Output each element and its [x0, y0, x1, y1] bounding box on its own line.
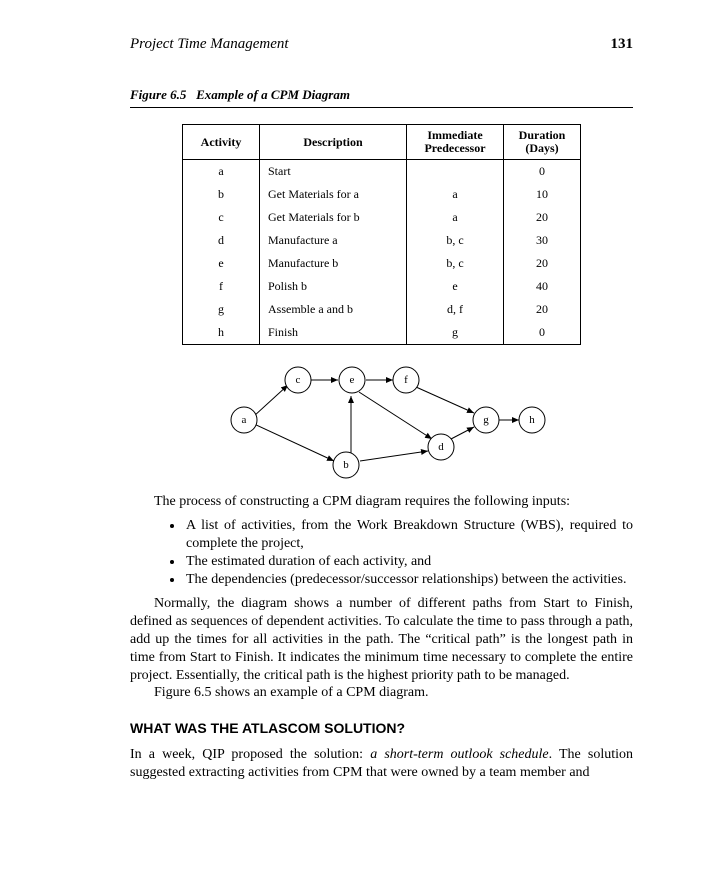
- col-activity: Activity: [183, 125, 260, 160]
- table-row: bGet Materials for aa10: [183, 183, 581, 206]
- cell-description: Get Materials for a: [260, 183, 407, 206]
- section-heading: WHAT WAS THE ATLASCOM SOLUTION?: [130, 720, 633, 738]
- col-predecessor: ImmediatePredecessor: [407, 125, 504, 160]
- cell-activity: a: [183, 160, 260, 184]
- cell-description: Manufacture a: [260, 229, 407, 252]
- cell-predecessor: e: [407, 275, 504, 298]
- cell-activity: g: [183, 298, 260, 321]
- cell-duration: 20: [504, 252, 581, 275]
- cell-predecessor: g: [407, 321, 504, 345]
- table-row: cGet Materials for ba20: [183, 206, 581, 229]
- node-c-label: c: [296, 374, 301, 386]
- node-f-label: f: [404, 374, 408, 386]
- cell-description: Assemble a and b: [260, 298, 407, 321]
- cell-activity: e: [183, 252, 260, 275]
- cell-duration: 0: [504, 321, 581, 345]
- figure-caption: Figure 6.5 Example of a CPM Diagram: [130, 87, 633, 108]
- node-e-label: e: [350, 374, 355, 386]
- table-row: eManufacture bb, c20: [183, 252, 581, 275]
- edge-b-d: [360, 451, 428, 461]
- cell-predecessor: b, c: [407, 229, 504, 252]
- col-duration: Duration(Days): [504, 125, 581, 160]
- edge-f-g: [416, 387, 474, 413]
- running-header: Project Time Management 131: [130, 36, 633, 53]
- cell-description: Finish: [260, 321, 407, 345]
- node-a-label: a: [242, 414, 247, 426]
- cell-activity: b: [183, 183, 260, 206]
- cell-activity: d: [183, 229, 260, 252]
- list-item: A list of activities, from the Work Brea…: [184, 517, 633, 553]
- cell-duration: 40: [504, 275, 581, 298]
- page: Project Time Management 131 Figure 6.5 E…: [0, 0, 723, 872]
- paragraph: In a week, QIP proposed the solution: a …: [130, 746, 633, 782]
- cpm-table: Activity Description ImmediatePredecesso…: [182, 124, 581, 345]
- input-list: A list of activities, from the Work Brea…: [130, 517, 633, 589]
- cell-description: Manufacture b: [260, 252, 407, 275]
- table-header-row: Activity Description ImmediatePredecesso…: [183, 125, 581, 160]
- cell-activity: c: [183, 206, 260, 229]
- text-run: In a week, QIP proposed the solution:: [130, 747, 370, 762]
- body-text: The process of constructing a CPM diagra…: [130, 493, 633, 782]
- cell-predecessor: a: [407, 206, 504, 229]
- figure-number: Figure 6.5: [130, 87, 186, 102]
- cell-duration: 10: [504, 183, 581, 206]
- cell-duration: 30: [504, 229, 581, 252]
- node-h-label: h: [529, 414, 535, 426]
- node-b-label: b: [343, 459, 349, 471]
- figure-title: Example of a CPM Diagram: [196, 87, 350, 102]
- chapter-title: Project Time Management: [130, 36, 289, 53]
- cell-activity: h: [183, 321, 260, 345]
- table-row: gAssemble a and bd, f20: [183, 298, 581, 321]
- list-item: The estimated duration of each activity,…: [184, 553, 633, 571]
- intro-paragraph: The process of constructing a CPM diagra…: [130, 493, 633, 511]
- cell-predecessor: d, f: [407, 298, 504, 321]
- cell-duration: 20: [504, 206, 581, 229]
- paragraph: Normally, the diagram shows a number of …: [130, 595, 633, 685]
- cell-duration: 20: [504, 298, 581, 321]
- cell-predecessor: [407, 160, 504, 184]
- cell-description: Start: [260, 160, 407, 184]
- cell-description: Polish b: [260, 275, 407, 298]
- cell-activity: f: [183, 275, 260, 298]
- edge-a-b: [254, 424, 334, 461]
- page-number: 131: [611, 36, 634, 53]
- table-row: hFinishg0: [183, 321, 581, 345]
- node-d-label: d: [438, 441, 444, 453]
- node-g-label: g: [483, 414, 489, 426]
- list-item: The dependencies (predecessor/successor …: [184, 571, 633, 589]
- edge-e-d: [359, 392, 432, 439]
- text-italic: a short-term outlook schedule: [370, 747, 548, 762]
- edge-a-c: [254, 385, 288, 416]
- cpm-diagram: a c b e f d g h: [226, 355, 546, 485]
- cell-predecessor: b, c: [407, 252, 504, 275]
- table-row: aStart 0: [183, 160, 581, 184]
- paragraph: Figure 6.5 shows an example of a CPM dia…: [130, 684, 633, 702]
- edge-d-g: [451, 427, 474, 439]
- cell-predecessor: a: [407, 183, 504, 206]
- col-description: Description: [260, 125, 407, 160]
- cell-duration: 0: [504, 160, 581, 184]
- table-row: fPolish be40: [183, 275, 581, 298]
- table-row: dManufacture ab, c30: [183, 229, 581, 252]
- cell-description: Get Materials for b: [260, 206, 407, 229]
